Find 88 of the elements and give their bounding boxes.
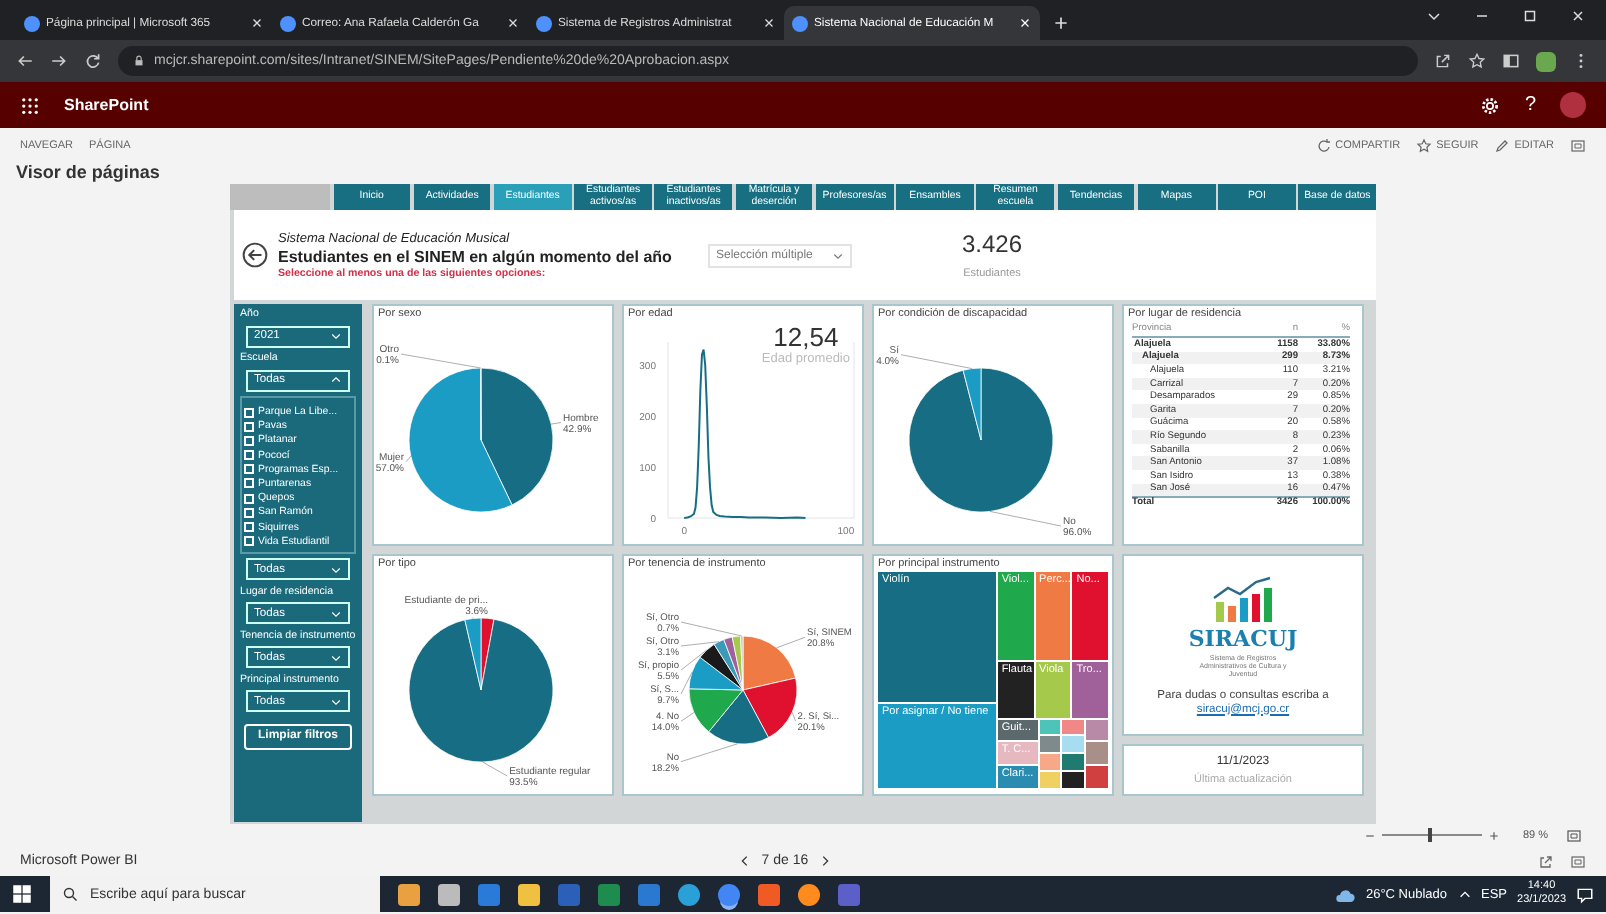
focus-icon[interactable] [1570, 137, 1586, 153]
taskbar-app-icon[interactable] [398, 883, 420, 905]
leader-line [791, 712, 796, 722]
close-icon[interactable] [762, 16, 776, 30]
site-icon [24, 15, 40, 31]
taskbar-app-icon[interactable] [678, 883, 700, 905]
chevron-down-icon[interactable] [1426, 8, 1442, 24]
average-age-value: 12,54 [773, 322, 839, 352]
search-icon [62, 886, 78, 902]
leader-line [900, 354, 973, 369]
fit-to-page-icon[interactable] [1566, 827, 1582, 843]
taskbar-app-icon[interactable] [518, 883, 540, 905]
checkbox[interactable] [244, 493, 254, 504]
treemap-tile[interactable] [1086, 719, 1108, 741]
chevron-down-icon [330, 607, 342, 620]
checkbox[interactable] [244, 435, 254, 446]
treemap-tile[interactable] [1062, 772, 1085, 789]
leader-line [680, 712, 695, 722]
student-count: 3.426 [962, 230, 1023, 258]
checkbox[interactable] [244, 536, 254, 547]
minus-icon[interactable] [1364, 829, 1377, 841]
notifications-icon[interactable] [1576, 885, 1594, 903]
treemap-tile[interactable] [1086, 742, 1108, 765]
plus-icon[interactable] [1488, 829, 1501, 841]
lock-icon [132, 54, 146, 68]
extension-icon[interactable] [1536, 51, 1556, 71]
treemap-tile[interactable] [1039, 772, 1061, 789]
site-icon [792, 15, 808, 31]
checkbox[interactable] [244, 421, 254, 432]
star-icon[interactable] [1468, 52, 1486, 70]
checkbox[interactable] [244, 507, 254, 518]
next-page-icon[interactable] [818, 854, 833, 868]
forward-icon[interactable] [50, 52, 68, 70]
treemap-tile[interactable] [1062, 736, 1085, 753]
leader-line [989, 511, 1062, 527]
leader-line [400, 353, 482, 369]
settings-icon[interactable] [1480, 95, 1501, 115]
leader-line [680, 743, 739, 763]
sidebar-icon[interactable] [1502, 52, 1520, 70]
maximize-icon[interactable] [1522, 8, 1538, 24]
reload-icon[interactable] [84, 52, 102, 70]
expand-icon[interactable] [1570, 853, 1586, 869]
taskbar-app-icon[interactable] [438, 883, 460, 905]
checkbox[interactable] [244, 464, 254, 475]
close-icon[interactable] [1570, 8, 1586, 24]
treemap-tile[interactable] [1086, 766, 1108, 789]
leader-line [680, 621, 743, 637]
help-button[interactable]: ? [1524, 94, 1536, 116]
windows-start-icon[interactable] [12, 884, 32, 904]
previous-page-icon[interactable] [737, 854, 752, 868]
bar-chart-logo-icon [1209, 575, 1277, 623]
leader-line [550, 422, 562, 425]
leader-line [405, 455, 412, 463]
site-icon [280, 15, 296, 31]
site-icon [536, 15, 552, 31]
page-title: Visor de páginas [14, 162, 162, 184]
taskbar-app-icon[interactable] [718, 883, 740, 905]
checkbox[interactable] [244, 522, 254, 532]
brand-name: SIRACUJ [1188, 625, 1298, 651]
treemap-tile[interactable] [1039, 719, 1061, 735]
chevron-up-icon[interactable] [1457, 887, 1472, 901]
chevron-up-icon [330, 374, 342, 386]
treemap-tile[interactable] [1062, 754, 1085, 771]
leader-line [482, 761, 508, 777]
treemap-tile[interactable] [1039, 736, 1061, 753]
chevron-down-icon [330, 695, 342, 708]
star-icon [1416, 137, 1433, 153]
report-title: Estudiantes en el SINEM en algún momento del año [278, 247, 674, 265]
app-title[interactable]: SharePoint [64, 96, 149, 114]
treemap-tile[interactable] [1039, 754, 1061, 771]
chevron-down-icon [330, 330, 342, 342]
taskbar-app-icon[interactable] [758, 883, 780, 905]
back-icon[interactable] [16, 52, 34, 70]
checkbox[interactable] [244, 478, 254, 489]
pencil-icon [1494, 137, 1511, 153]
chevron-down-icon [832, 249, 844, 261]
treemap-tile[interactable] [1062, 719, 1085, 735]
app-launcher-icon[interactable] [20, 95, 40, 115]
taskbar-app-icon[interactable] [798, 883, 820, 905]
close-icon[interactable] [250, 16, 264, 30]
leader-line [776, 636, 806, 649]
chevron-down-icon [330, 651, 342, 664]
chevron-down-icon [330, 563, 342, 576]
close-icon[interactable] [506, 16, 520, 30]
slider-thumb[interactable] [1427, 828, 1432, 842]
new-tab-icon[interactable] [1052, 14, 1070, 32]
checkbox[interactable] [244, 407, 254, 417]
checkbox[interactable] [244, 450, 254, 461]
